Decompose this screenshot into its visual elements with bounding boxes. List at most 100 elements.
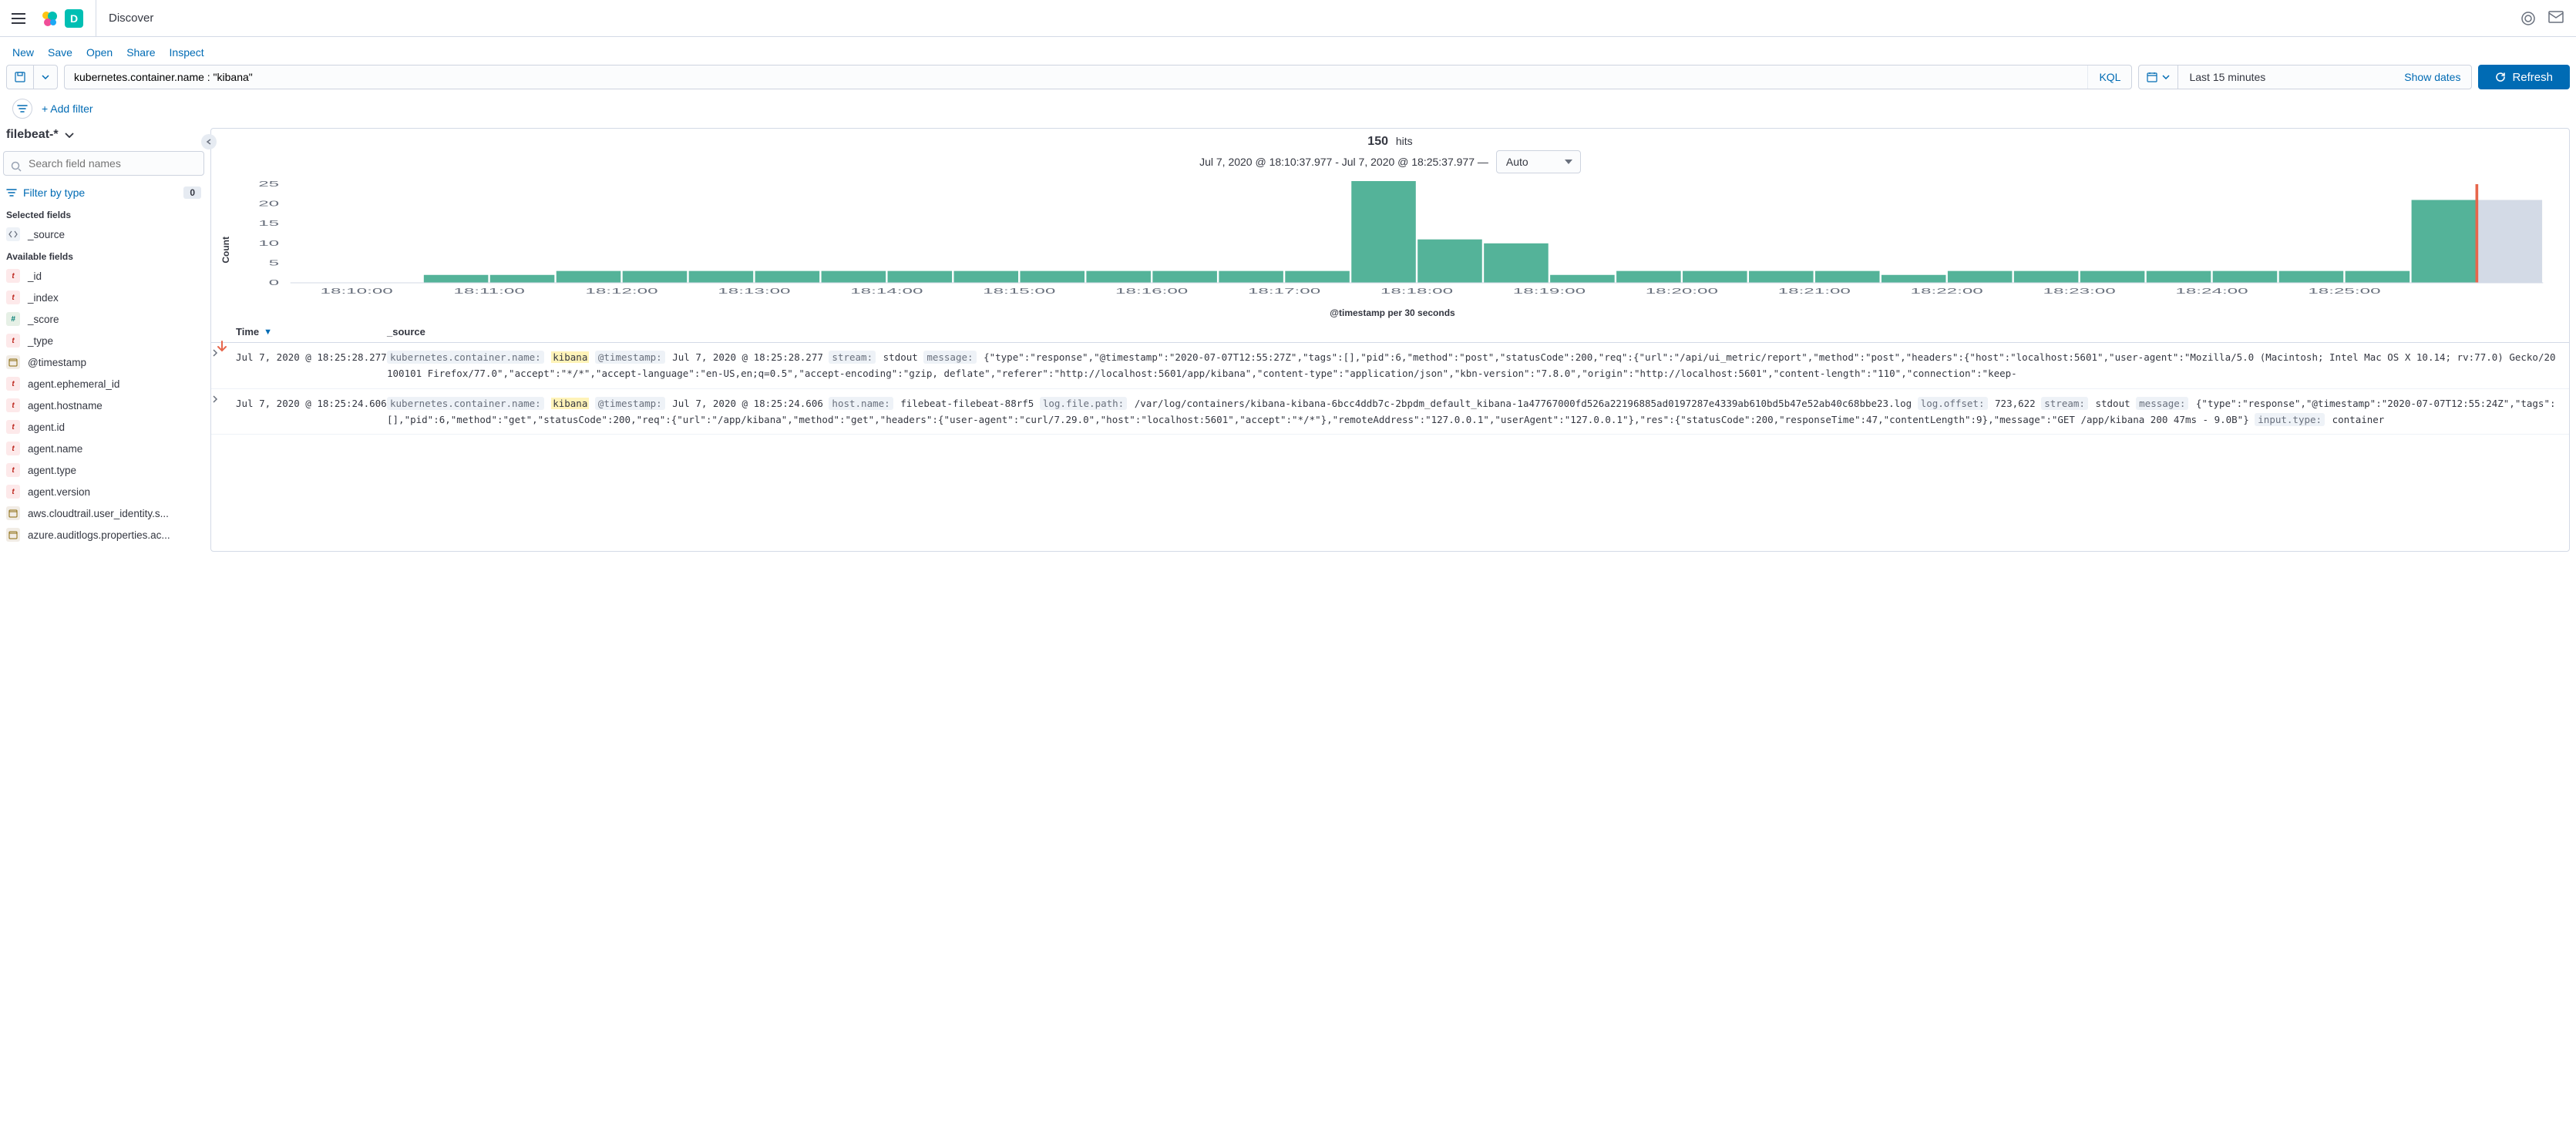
source-column-header[interactable]: _source: [387, 326, 2569, 338]
date-picker[interactable]: Last 15 minutes Show dates: [2138, 65, 2472, 89]
logo-area: D: [40, 0, 96, 36]
field-type-icon: t: [6, 442, 20, 455]
refresh-label: Refresh: [2512, 71, 2553, 84]
field-name: agent.ephemeral_id: [28, 378, 119, 390]
field-type-icon: [6, 227, 20, 241]
filter-count-badge: 0: [183, 186, 201, 199]
row-source: kubernetes.container.name: kibana @times…: [387, 349, 2569, 382]
refresh-button[interactable]: Refresh: [2478, 65, 2570, 89]
svg-text:5: 5: [269, 258, 279, 267]
field-name: agent.name: [28, 443, 82, 455]
refresh-icon: [2495, 72, 2506, 82]
histogram-chart[interactable]: Count 051015202518:10:0018:11:0018:12:00…: [211, 178, 2569, 321]
field-item[interactable]: azure.auditlogs.properties.ac...: [3, 524, 204, 546]
hits-header: 150 hits: [211, 129, 2569, 150]
index-pattern-selector[interactable]: filebeat-*: [3, 128, 204, 142]
main-layout: filebeat-* Filter by type 0 Selected fie…: [0, 128, 2576, 552]
doc-table: Time ▼ _source Jul 7, 2020 @ 18:25:28.27…: [211, 321, 2569, 435]
hits-count: 150: [1367, 135, 1388, 148]
saved-query-dropdown-icon[interactable]: [33, 65, 57, 89]
field-item[interactable]: _source: [3, 223, 204, 245]
svg-text:20: 20: [258, 199, 279, 207]
chevron-down-icon: [65, 133, 74, 138]
field-type-icon: t: [6, 269, 20, 283]
query-input[interactable]: [65, 65, 2087, 89]
svg-text:0: 0: [269, 278, 279, 287]
save-query-icon[interactable]: [7, 65, 33, 89]
field-name: _source: [28, 229, 65, 240]
date-range-display[interactable]: Last 15 minutes Show dates: [2178, 65, 2471, 89]
field-type-icon: t: [6, 463, 20, 477]
svg-text:18:22:00: 18:22:00: [1911, 287, 1983, 295]
expand-row-icon[interactable]: [211, 349, 233, 382]
query-input-wrap: KQL: [64, 65, 2132, 89]
date-range-caption: Jul 7, 2020 @ 18:10:37.977 - Jul 7, 2020…: [1199, 156, 1488, 168]
field-item[interactable]: t _id: [3, 265, 204, 287]
time-column-header[interactable]: Time ▼: [233, 326, 387, 338]
table-row: Jul 7, 2020 @ 18:25:24.606kubernetes.con…: [211, 389, 2569, 435]
field-item[interactable]: tagent.version: [3, 481, 204, 502]
svg-text:15: 15: [258, 219, 279, 227]
row-timestamp: Jul 7, 2020 @ 18:25:24.606: [233, 395, 387, 428]
field-name: agent.id: [28, 422, 65, 433]
add-filter-link[interactable]: + Add filter: [42, 102, 93, 115]
svg-text:18:16:00: 18:16:00: [1115, 287, 1188, 295]
annotation-arrow-icon: [216, 340, 228, 355]
sort-desc-icon: ▼: [264, 327, 272, 337]
y-axis-label: Count: [217, 237, 234, 264]
date-quick-button[interactable]: [2139, 65, 2178, 89]
field-item[interactable]: aws.cloudtrail.user_identity.s...: [3, 502, 204, 524]
field-item[interactable]: tagent.id: [3, 416, 204, 438]
svg-text:18:14:00: 18:14:00: [850, 287, 923, 295]
svg-text:18:19:00: 18:19:00: [1513, 287, 1586, 295]
mail-icon[interactable]: [2548, 11, 2564, 26]
collapse-sidebar-icon[interactable]: [201, 134, 217, 149]
field-type-icon: t: [6, 377, 20, 391]
field-item[interactable]: tagent.type: [3, 459, 204, 481]
field-item[interactable]: @timestamp: [3, 351, 204, 373]
action-bar: New Save Open Share Inspect: [0, 37, 2576, 65]
field-item[interactable]: t_index: [3, 287, 204, 308]
svg-text:18:12:00: 18:12:00: [585, 287, 657, 295]
field-type-icon: [6, 528, 20, 542]
field-item[interactable]: t _type: [3, 330, 204, 351]
save-link[interactable]: Save: [48, 46, 72, 59]
field-item[interactable]: tagent.hostname: [3, 395, 204, 416]
field-name: _id: [28, 270, 42, 282]
available-fields-label: Available fields: [6, 251, 204, 262]
svg-text:18:24:00: 18:24:00: [2175, 287, 2248, 295]
date-range-text: Last 15 minutes: [2189, 71, 2265, 83]
svg-text:18:13:00: 18:13:00: [718, 287, 790, 295]
search-icon: [11, 161, 22, 172]
field-name: _type: [28, 335, 53, 347]
interval-select[interactable]: Auto: [1496, 150, 1581, 173]
field-search-input[interactable]: [3, 151, 204, 176]
field-type-icon: t: [6, 334, 20, 348]
share-link[interactable]: Share: [126, 46, 155, 59]
svg-text:18:17:00: 18:17:00: [1248, 287, 1320, 295]
table-header: Time ▼ _source: [211, 321, 2569, 343]
field-name: agent.version: [28, 486, 90, 498]
elastic-logo-icon: [40, 9, 59, 28]
filter-by-type-row[interactable]: Filter by type 0: [3, 182, 204, 203]
query-language-button[interactable]: KQL: [2087, 65, 2131, 89]
query-row: KQL Last 15 minutes Show dates Refresh: [0, 65, 2576, 96]
show-dates-link[interactable]: Show dates: [2404, 71, 2460, 83]
row-timestamp: Jul 7, 2020 @ 18:25:28.277: [233, 349, 387, 382]
inspect-link[interactable]: Inspect: [170, 46, 204, 59]
open-link[interactable]: Open: [86, 46, 113, 59]
new-link[interactable]: New: [12, 46, 34, 59]
filter-bar: + Add filter: [0, 96, 2576, 128]
field-item[interactable]: #_score: [3, 308, 204, 330]
filter-icon: [6, 188, 17, 197]
saved-query-menu[interactable]: [6, 65, 58, 89]
field-item[interactable]: t agent.name: [3, 438, 204, 459]
menu-toggle[interactable]: [6, 6, 31, 31]
breadcrumb[interactable]: Discover: [109, 12, 153, 25]
field-item[interactable]: t agent.ephemeral_id: [3, 373, 204, 395]
hits-label: hits: [1396, 135, 1413, 147]
filter-options-icon[interactable]: [12, 99, 32, 119]
newsfeed-icon[interactable]: [2521, 11, 2536, 26]
top-header: D Discover: [0, 0, 2576, 37]
expand-row-icon[interactable]: [211, 395, 233, 428]
